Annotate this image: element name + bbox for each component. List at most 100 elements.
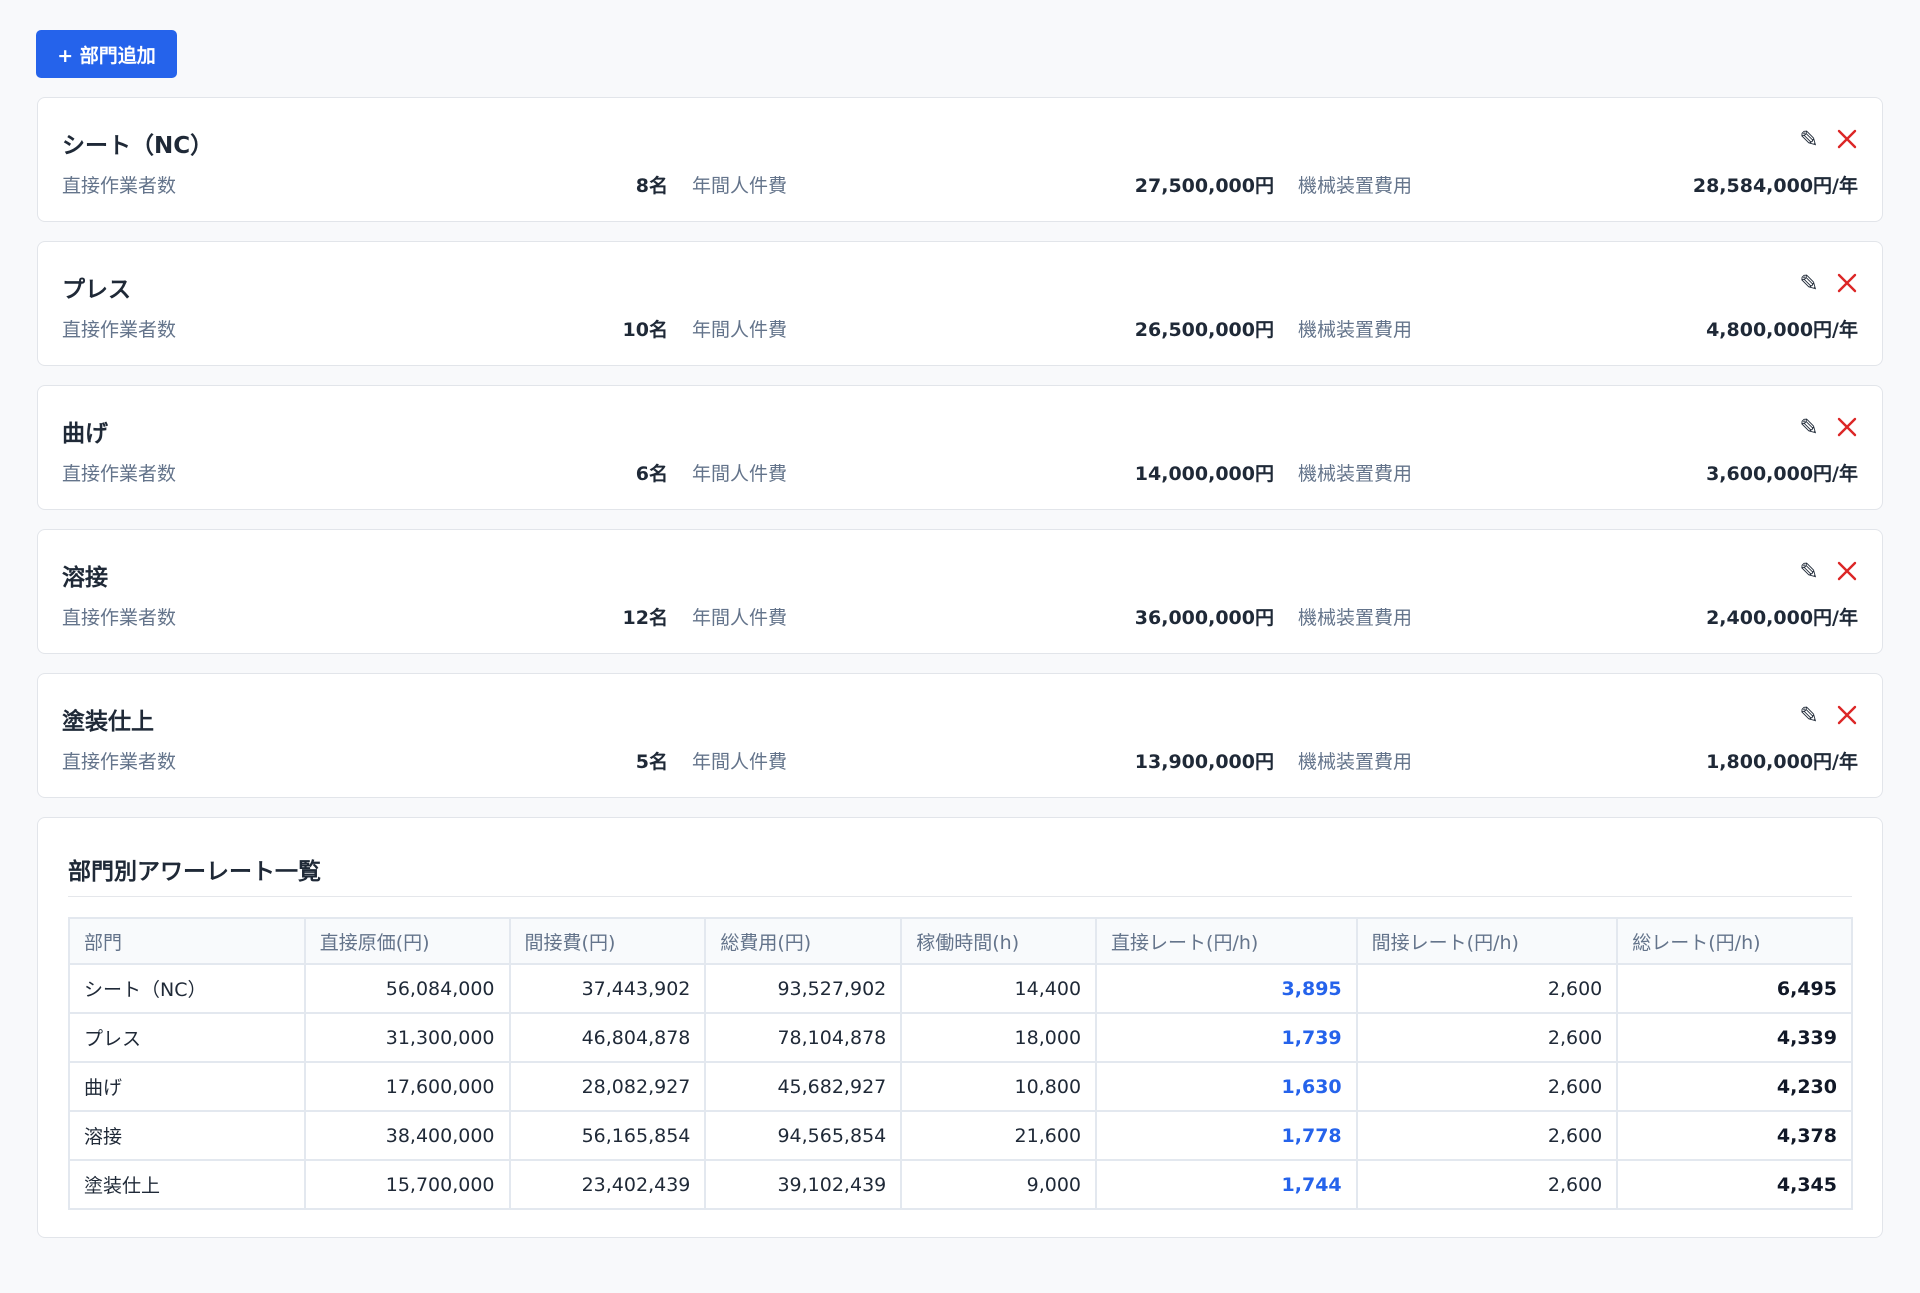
cell-direct-rate: 1,744: [1095, 1159, 1358, 1210]
department-card: 塗装仕上 ✎ 直接作業者数 5名 年間人件費 13,900,000円 機械装置費…: [37, 673, 1883, 798]
labor-cost-value: 26,500,000円: [1134, 318, 1274, 341]
cell-total-cost: 94,565,854: [704, 1110, 903, 1161]
machine-cost-label: 機械装置費用: [1298, 174, 1413, 197]
hour-rate-summary-card: 部門別アワーレート一覧 部門 直接原価(円) 間接費(円) 総費用(円) 稼働時…: [37, 817, 1883, 1238]
cell-direct-cost: 15,700,000: [303, 1159, 511, 1210]
cell-direct-rate: 1,739: [1095, 1012, 1358, 1063]
cell-indirect-rate: 2,600: [1355, 1012, 1619, 1063]
department-name: 曲げ: [62, 421, 108, 447]
cell-total-rate: 4,345: [1616, 1159, 1853, 1210]
cell-total-rate: 6,495: [1616, 963, 1853, 1014]
labor-cost-label: 年間人件費: [692, 174, 788, 197]
cell-total-cost: 39,102,439: [704, 1159, 903, 1210]
machine-cost-value: 3,600,000円/年: [1706, 462, 1858, 485]
column-header: 部門: [68, 917, 306, 965]
pencil-icon[interactable]: ✎: [1796, 702, 1822, 728]
workers-value: 12名: [622, 606, 668, 629]
close-icon[interactable]: [1834, 270, 1860, 296]
machine-cost-value: 2,400,000円/年: [1706, 606, 1858, 629]
column-header: 間接レート(円/h): [1355, 917, 1619, 965]
cell-operating-hours: 9,000: [900, 1159, 1098, 1210]
machine-cost-label: 機械装置費用: [1298, 750, 1413, 773]
table-row: 曲げ 17,600,000 28,082,927 45,682,927 10,8…: [68, 1061, 1853, 1112]
workers-value: 8名: [635, 174, 668, 197]
pencil-icon[interactable]: ✎: [1796, 414, 1822, 440]
labor-cost-value: 14,000,000円: [1134, 462, 1274, 485]
cell-indirect-rate: 2,600: [1355, 1110, 1619, 1161]
pencil-icon[interactable]: ✎: [1796, 126, 1822, 152]
close-icon[interactable]: [1834, 702, 1860, 728]
cell-indirect-cost: 23,402,439: [508, 1159, 707, 1210]
add-department-button[interactable]: + 部門追加: [36, 30, 177, 78]
workers-value: 6名: [635, 462, 668, 485]
labor-cost-value: 27,500,000円: [1134, 174, 1274, 197]
department-name: 溶接: [62, 565, 108, 591]
cell-indirect-rate: 2,600: [1355, 963, 1619, 1014]
department-card: プレス ✎ 直接作業者数 10名 年間人件費 26,500,000円 機械装置費…: [37, 241, 1883, 366]
department-name: シート（NC）: [62, 133, 214, 159]
column-header: 直接原価(円): [303, 917, 511, 965]
workers-label: 直接作業者数: [62, 750, 177, 773]
cell-direct-cost: 38,400,000: [303, 1110, 511, 1161]
machine-cost-label: 機械装置費用: [1298, 462, 1413, 485]
machine-cost-label: 機械装置費用: [1298, 606, 1413, 629]
cell-total-rate: 4,378: [1616, 1110, 1853, 1161]
cell-department: シート（NC）: [68, 963, 306, 1014]
cell-total-rate: 4,230: [1616, 1061, 1853, 1112]
department-card: 曲げ ✎ 直接作業者数 6名 年間人件費 14,000,000円 機械装置費用 …: [37, 385, 1883, 510]
close-icon[interactable]: [1834, 558, 1860, 584]
cell-indirect-rate: 2,600: [1355, 1159, 1619, 1210]
machine-cost-label: 機械装置費用: [1298, 318, 1413, 341]
labor-cost-label: 年間人件費: [692, 606, 788, 629]
table-row: 塗装仕上 15,700,000 23,402,439 39,102,439 9,…: [68, 1159, 1853, 1210]
table-row: シート（NC） 56,084,000 37,443,902 93,527,902…: [68, 963, 1853, 1014]
pencil-icon[interactable]: ✎: [1796, 558, 1822, 584]
machine-cost-value: 4,800,000円/年: [1706, 318, 1858, 341]
cell-indirect-cost: 37,443,902: [508, 963, 707, 1014]
cell-indirect-cost: 28,082,927: [508, 1061, 707, 1112]
pencil-icon[interactable]: ✎: [1796, 270, 1822, 296]
labor-cost-label: 年間人件費: [692, 750, 788, 773]
cell-direct-cost: 17,600,000: [303, 1061, 511, 1112]
cell-department: プレス: [68, 1012, 306, 1063]
cell-direct-rate: 3,895: [1095, 963, 1358, 1014]
workers-label: 直接作業者数: [62, 174, 177, 197]
column-header: 直接レート(円/h): [1095, 917, 1358, 965]
department-card: シート（NC） ✎ 直接作業者数 8名 年間人件費 27,500,000円 機械…: [37, 97, 1883, 222]
divider: [68, 896, 1852, 897]
machine-cost-value: 1,800,000円/年: [1706, 750, 1858, 773]
cell-indirect-rate: 2,600: [1355, 1061, 1619, 1112]
labor-cost-label: 年間人件費: [692, 462, 788, 485]
cell-operating-hours: 18,000: [900, 1012, 1098, 1063]
cell-direct-rate: 1,778: [1095, 1110, 1358, 1161]
department-card: 溶接 ✎ 直接作業者数 12名 年間人件費 36,000,000円 機械装置費用…: [37, 529, 1883, 654]
department-name: 塗装仕上: [62, 709, 154, 735]
column-header: 総費用(円): [704, 917, 903, 965]
department-name: プレス: [62, 277, 131, 303]
table-row: プレス 31,300,000 46,804,878 78,104,878 18,…: [68, 1012, 1853, 1063]
labor-cost-value: 36,000,000円: [1134, 606, 1274, 629]
workers-label: 直接作業者数: [62, 318, 177, 341]
cell-direct-cost: 31,300,000: [303, 1012, 511, 1063]
summary-title: 部門別アワーレート一覧: [68, 859, 321, 885]
cell-total-cost: 93,527,902: [704, 963, 903, 1014]
workers-label: 直接作業者数: [62, 462, 177, 485]
cell-total-cost: 45,682,927: [704, 1061, 903, 1112]
table-row: 溶接 38,400,000 56,165,854 94,565,854 21,6…: [68, 1110, 1853, 1161]
workers-value: 10名: [622, 318, 668, 341]
labor-cost-value: 13,900,000円: [1134, 750, 1274, 773]
cell-department: 曲げ: [68, 1061, 306, 1112]
table-header-row: 部門 直接原価(円) 間接費(円) 総費用(円) 稼働時間(h) 直接レート(円…: [68, 917, 1853, 965]
cell-operating-hours: 21,600: [900, 1110, 1098, 1161]
close-icon[interactable]: [1834, 126, 1860, 152]
workers-label: 直接作業者数: [62, 606, 177, 629]
cell-operating-hours: 14,400: [900, 963, 1098, 1014]
labor-cost-label: 年間人件費: [692, 318, 788, 341]
hour-rate-table: 部門 直接原価(円) 間接費(円) 総費用(円) 稼働時間(h) 直接レート(円…: [68, 917, 1853, 1210]
machine-cost-value: 28,584,000円/年: [1692, 174, 1858, 197]
column-header: 間接費(円): [508, 917, 707, 965]
workers-value: 5名: [635, 750, 668, 773]
column-header: 総レート(円/h): [1616, 917, 1853, 965]
close-icon[interactable]: [1834, 414, 1860, 440]
column-header: 稼働時間(h): [900, 917, 1098, 965]
